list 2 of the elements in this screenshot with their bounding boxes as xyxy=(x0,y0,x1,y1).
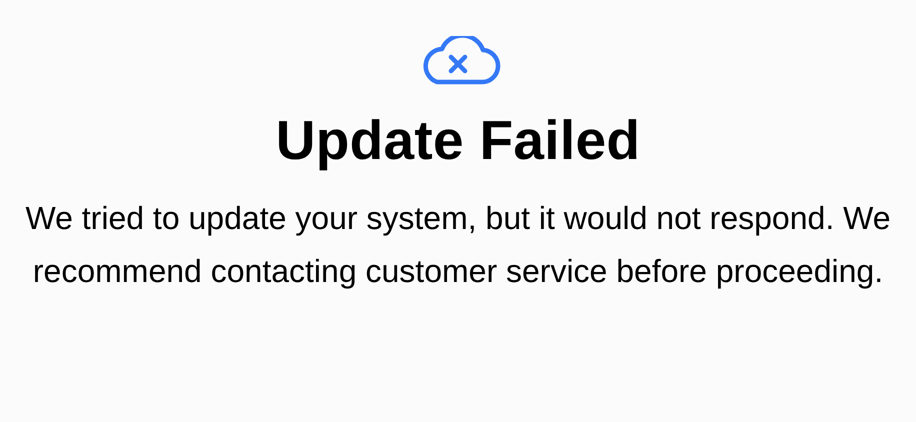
alert-message: We tried to update your system, but it would not respond. We recommend contacting customer service before proceeding. xyxy=(24,199,892,291)
alert-title: Update Failed xyxy=(276,108,640,172)
